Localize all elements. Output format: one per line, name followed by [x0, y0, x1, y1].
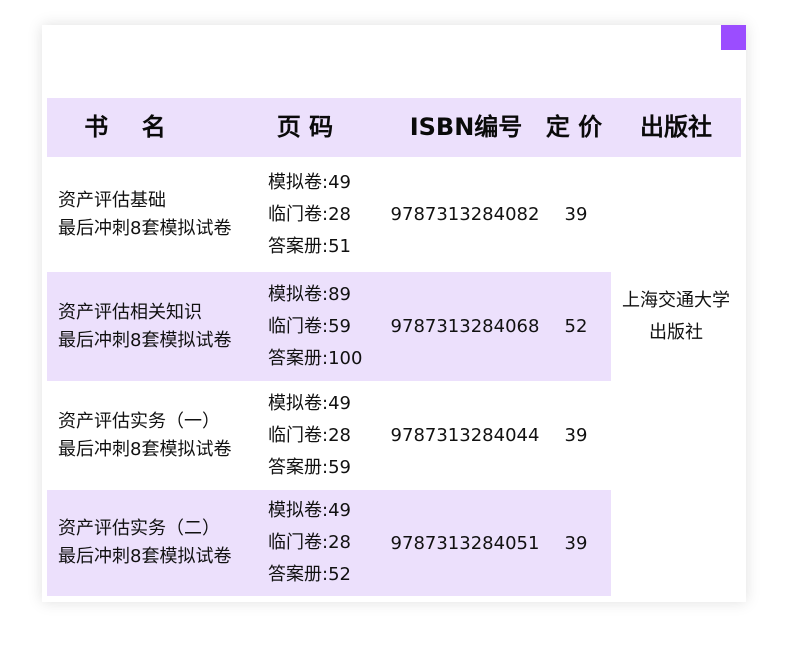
book-title-line2: 最后冲刺8套模拟试卷	[58, 329, 232, 351]
page-count-final: 临门卷:28	[268, 532, 351, 553]
publisher-line1: 上海交通大学	[622, 290, 730, 311]
isbn-cell: 9787313284068	[390, 316, 540, 337]
page-count-final: 临门卷:59	[268, 315, 351, 337]
page-count-mock: 模拟卷:89	[268, 283, 351, 305]
page-count-answers: 答案册:51	[268, 235, 351, 257]
publisher-line2: 出版社	[649, 322, 703, 343]
header-publisher: 出版社	[640, 113, 712, 141]
page-count-mock: 模拟卷:49	[268, 500, 351, 521]
isbn-cell: 9787313284044	[390, 425, 540, 446]
price-cell: 39	[564, 204, 588, 225]
accent-square	[721, 25, 746, 50]
table-header: 书 名 页 码 ISBN编号 定 价 出版社	[47, 98, 741, 157]
header-pages: 页 码	[276, 113, 334, 141]
book-title-line1: 资产评估相关知识	[58, 301, 202, 323]
book-title-line2: 最后冲刺8套模拟试卷	[58, 217, 232, 239]
header-name: 书 名	[84, 113, 166, 141]
page-count-mock: 模拟卷:49	[268, 392, 351, 414]
page-counts: 模拟卷:49 临门卷:28 答案册:59	[268, 381, 351, 490]
book-title: 资产评估相关知识 最后冲刺8套模拟试卷	[58, 272, 231, 381]
page-counts: 模拟卷:49 临门卷:28 答案册:51	[268, 160, 351, 269]
page-count-answers: 答案册:52	[268, 564, 351, 585]
book-title: 资产评估实务（一） 最后冲刺8套模拟试卷	[58, 381, 231, 490]
publisher-cell: 上海交通大学 出版社	[611, 285, 741, 349]
table-row: 资产评估基础 最后冲刺8套模拟试卷 模拟卷:49 临门卷:28 答案册:51 9…	[47, 160, 611, 269]
book-title-line1: 资产评估实务（二）	[58, 518, 220, 539]
table-row: 资产评估实务（二） 最后冲刺8套模拟试卷 模拟卷:49 临门卷:28 答案册:5…	[47, 490, 611, 596]
header-isbn: ISBN编号	[409, 113, 523, 141]
book-title: 资产评估实务（二） 最后冲刺8套模拟试卷	[58, 490, 231, 596]
price-cell: 39	[564, 425, 588, 446]
isbn-cell: 9787313284082	[390, 204, 540, 225]
price-cell: 39	[564, 532, 588, 554]
page-count-answers: 答案册:59	[268, 456, 351, 478]
table-row: 资产评估相关知识 最后冲刺8套模拟试卷 模拟卷:89 临门卷:59 答案册:10…	[47, 272, 611, 381]
isbn-cell: 9787313284051	[390, 532, 540, 554]
price-cell: 52	[564, 316, 588, 337]
page-count-answers: 答案册:100	[268, 347, 363, 369]
book-title-line2: 最后冲刺8套模拟试卷	[58, 546, 232, 567]
page-counts: 模拟卷:89 临门卷:59 答案册:100	[268, 272, 362, 381]
header-price: 定 价	[545, 113, 603, 141]
table-row: 资产评估实务（一） 最后冲刺8套模拟试卷 模拟卷:49 临门卷:28 答案册:5…	[47, 381, 611, 490]
page-count-mock: 模拟卷:49	[268, 171, 351, 193]
book-title-line1: 资产评估实务（一）	[58, 410, 220, 432]
book-title-line2: 最后冲刺8套模拟试卷	[58, 438, 232, 460]
page-counts: 模拟卷:49 临门卷:28 答案册:52	[268, 490, 351, 596]
book-title-line1: 资产评估基础	[58, 189, 166, 211]
book-title: 资产评估基础 最后冲刺8套模拟试卷	[58, 160, 231, 269]
page-count-final: 临门卷:28	[268, 424, 351, 446]
page-count-final: 临门卷:28	[268, 203, 351, 225]
